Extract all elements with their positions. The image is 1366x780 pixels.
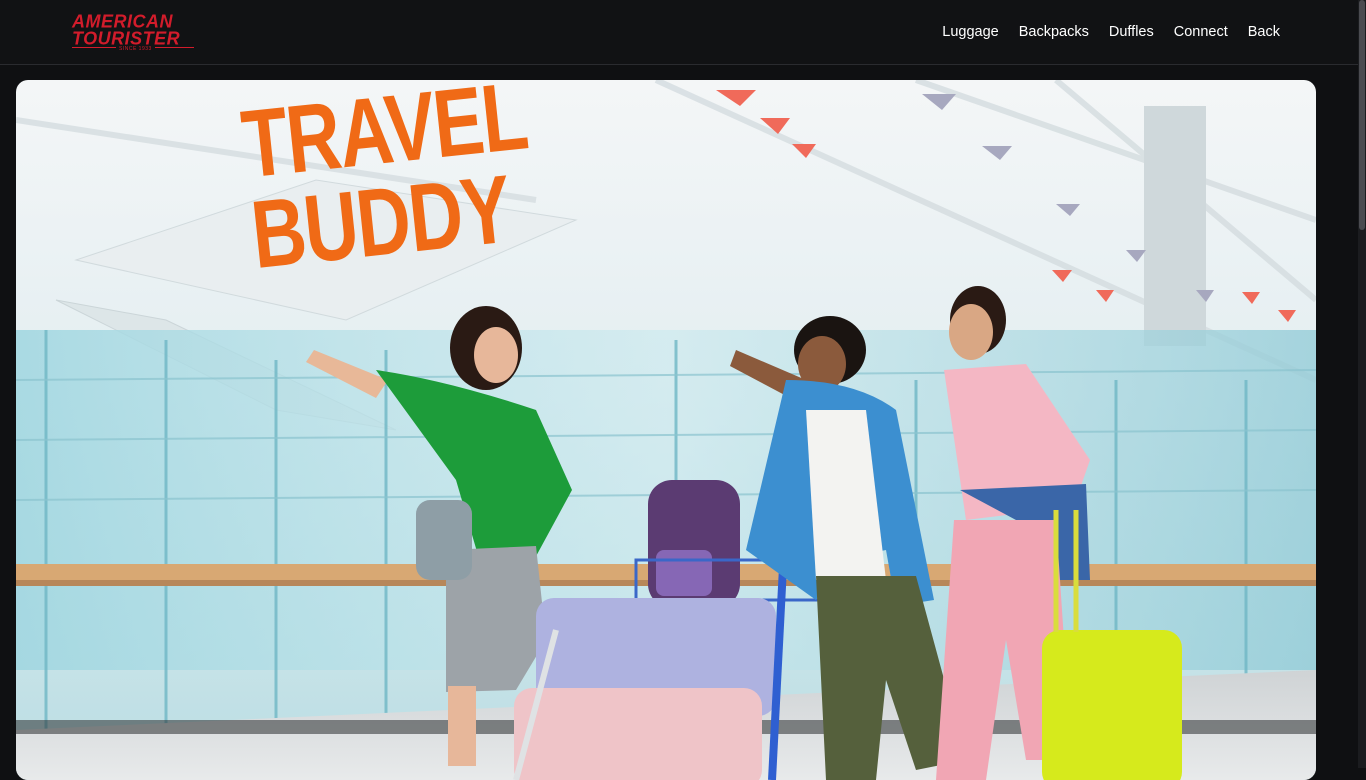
hero-title-line-2: BUDDY	[246, 155, 515, 290]
american-tourister-logo[interactable]: AMERICAN TOURISTER SINCE 1933	[72, 12, 194, 52]
logo-tagline: SINCE 1933	[116, 46, 155, 52]
hero-banner: TRAVEL BUDDY	[16, 80, 1316, 780]
logo-line-2: TOURISTER	[72, 27, 181, 49]
hero-photo	[16, 80, 1316, 780]
nav-link-connect[interactable]: Connect	[1174, 24, 1228, 40]
nav-link-luggage[interactable]: Luggage	[942, 24, 998, 40]
top-navigation-bar: AMERICAN TOURISTER SINCE 1933 Luggage Ba…	[0, 0, 1366, 65]
nav-link-backpacks[interactable]: Backpacks	[1019, 24, 1089, 40]
page-scrollbar[interactable]	[1358, 0, 1366, 768]
scrollbar-thumb[interactable]	[1359, 0, 1365, 230]
nav-link-duffles[interactable]: Duffles	[1109, 24, 1154, 40]
main-nav: Luggage Backpacks Duffles Connect Back	[942, 0, 1280, 64]
nav-link-back[interactable]: Back	[1248, 24, 1280, 40]
